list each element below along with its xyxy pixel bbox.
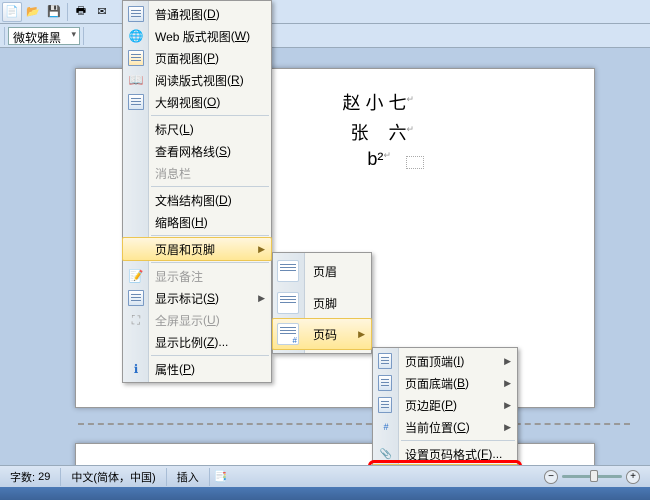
doc-text: 赵 小 七: [342, 93, 406, 113]
status-language[interactable]: 中文(简体，中国): [61, 468, 166, 486]
menu-item-show-markup[interactable]: 显示标记(S)▶: [123, 287, 271, 309]
header-footer-submenu: 页眉 页脚 #页码▶: [272, 252, 372, 354]
menu-item-reading-view[interactable]: 📖阅读版式视图(R): [123, 69, 271, 91]
toolbar-button[interactable]: 📂: [23, 2, 43, 22]
menu-item-header[interactable]: 页眉: [273, 255, 371, 287]
menu-item-properties[interactable]: ℹ属性(P): [123, 358, 271, 380]
toolbar-row-1: 📄 📂 💾 🖶 ✉: [0, 0, 650, 24]
toolbar-button[interactable]: ✉: [92, 2, 112, 22]
menu-item-show-notes: 📝显示备注: [123, 265, 271, 287]
menu-item-gridlines[interactable]: 查看网格线(S): [123, 140, 271, 162]
submenu-arrow-icon: ▶: [504, 378, 511, 389]
zoom-thumb[interactable]: [590, 470, 598, 482]
status-indicator-icon[interactable]: 📑: [210, 468, 232, 486]
menu-item-docmap[interactable]: 文档结构图(D): [123, 189, 271, 211]
menu-item-footer[interactable]: 页脚: [273, 287, 371, 319]
view-menu: 普通视图(D) 🌐Web 版式视图(W) 页面视图(P) 📖阅读版式视图(R) …: [122, 0, 272, 383]
submenu-arrow-icon: ▶: [358, 329, 365, 340]
menu-item-thumbnails[interactable]: 缩略图(H): [123, 211, 271, 233]
submenu-arrow-icon: ▶: [258, 244, 265, 255]
menu-item-current-position[interactable]: #当前位置(C)▶: [373, 416, 517, 438]
zoom-in-button[interactable]: +: [626, 470, 640, 484]
status-word-count[interactable]: 字数: 29: [0, 468, 61, 486]
toolbar-button[interactable]: 💾: [44, 2, 64, 22]
toolbar-row-2: 微软雅黑: [0, 24, 650, 48]
menu-item-format-page-numbers[interactable]: 📎设置页码格式(F)...: [373, 443, 517, 465]
menu-item-zoom[interactable]: 显示比例(Z)...: [123, 331, 271, 353]
menu-item-ruler[interactable]: 标尺(L): [123, 118, 271, 140]
menu-item-fullscreen: ⛶全屏显示(U): [123, 309, 271, 331]
zoom-slider[interactable]: [562, 475, 622, 478]
menu-item-page-bottom[interactable]: 页面底端(B)▶: [373, 372, 517, 394]
menu-item-page-margins[interactable]: 页边距(P)▶: [373, 394, 517, 416]
windows-taskbar[interactable]: [0, 487, 650, 500]
zoom-control: − +: [544, 470, 640, 484]
page-break-indicator: [78, 423, 630, 425]
menu-item-outline-view[interactable]: 大纲视图(O): [123, 91, 271, 113]
menu-item-web-view[interactable]: 🌐Web 版式视图(W): [123, 25, 271, 47]
menu-item-page-view[interactable]: 页面视图(P): [123, 47, 271, 69]
toolbar-button[interactable]: 📄: [2, 2, 22, 22]
zoom-out-button[interactable]: −: [544, 470, 558, 484]
status-insert-mode[interactable]: 插入: [167, 468, 210, 486]
menu-item-normal-view[interactable]: 普通视图(D): [123, 3, 271, 25]
submenu-arrow-icon: ▶: [258, 293, 265, 304]
toolbar-button[interactable]: 🖶: [71, 2, 91, 22]
submenu-arrow-icon: ▶: [504, 400, 511, 411]
menu-item-page-top[interactable]: 页面顶端(I)▶: [373, 350, 517, 372]
menu-item-message-bar: 消息栏: [123, 162, 271, 184]
font-selector[interactable]: 微软雅黑: [8, 27, 80, 45]
menu-item-page-number[interactable]: #页码▶: [272, 318, 372, 350]
status-bar: 字数: 29 中文(简体，中国) 插入 📑 − +: [0, 465, 650, 487]
menu-item-header-footer[interactable]: 页眉和页脚▶: [122, 237, 272, 261]
submenu-arrow-icon: ▶: [504, 422, 511, 433]
doc-text: b²: [367, 149, 383, 169]
doc-text: 张: [350, 123, 368, 143]
submenu-arrow-icon: ▶: [504, 356, 511, 367]
